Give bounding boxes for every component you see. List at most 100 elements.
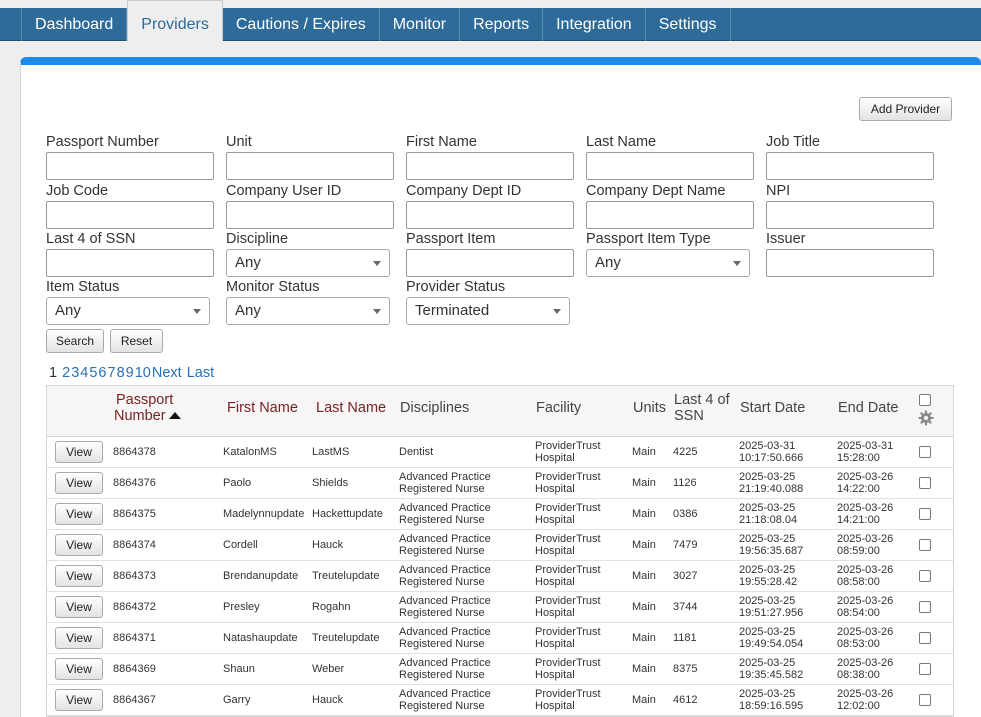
row-select-checkbox[interactable] <box>919 539 931 551</box>
tab-reports[interactable]: Reports <box>460 8 544 41</box>
cell-end-date-day: 2025-03-26 <box>837 688 894 700</box>
providers-table: Passport Number First Name Last Name Dis… <box>46 385 954 717</box>
row-select-checkbox[interactable] <box>919 570 931 582</box>
header-passport-number[interactable]: Passport <box>116 393 173 408</box>
npi-input[interactable] <box>766 201 934 229</box>
page-link[interactable]: 3 <box>71 365 79 381</box>
cell-end-date-time: 08:53:00 <box>837 637 880 650</box>
search-button[interactable]: Search <box>46 329 104 353</box>
reset-button[interactable]: Reset <box>110 329 163 353</box>
header-passport-number-line2[interactable]: Number <box>114 409 181 424</box>
passport-item-type-select[interactable]: Any <box>586 249 750 277</box>
view-button[interactable]: View <box>55 565 103 587</box>
providers-panel: Add Provider Passport Number Unit First Na… <box>20 57 981 717</box>
unit-input[interactable] <box>226 152 394 180</box>
company-user-id-input[interactable] <box>226 201 394 229</box>
cell-last4-ssn: 4225 <box>673 446 698 458</box>
cell-unit: Main <box>632 477 656 489</box>
view-button[interactable]: View <box>55 441 103 463</box>
pagination: 1 2345678910Next Last <box>49 365 215 381</box>
cell-facility-line2: Hospital <box>535 513 575 526</box>
cell-discipline-line2: Registered Nurse <box>399 513 485 526</box>
page-link[interactable]: 5 <box>89 365 97 381</box>
passport-item-input[interactable] <box>406 249 574 277</box>
header-first-name[interactable]: First Name <box>227 401 298 416</box>
last-name-input[interactable] <box>586 152 754 180</box>
cell-discipline-line1: Advanced Practice <box>399 564 491 576</box>
view-button[interactable]: View <box>55 503 103 525</box>
page-next-link[interactable]: Next <box>152 365 182 381</box>
page-link[interactable]: 10 <box>135 365 151 381</box>
view-button[interactable]: View <box>55 627 103 649</box>
page-link[interactable]: 7 <box>108 365 116 381</box>
cell-unit: Main <box>632 632 656 644</box>
cell-facility-line2: Hospital <box>535 637 575 650</box>
cell-facility-line2: Hospital <box>535 451 575 464</box>
cell-start-date: 2025-03-25 21:18:08.04 <box>739 502 797 526</box>
last4-ssn-filter: Last 4 of SSN <box>46 230 214 277</box>
provider-status-select[interactable]: Terminated <box>406 297 570 325</box>
cell-discipline-line1: Advanced Practice <box>399 595 491 607</box>
monitor-status-select[interactable]: Any <box>226 297 390 325</box>
header-last-name[interactable]: Last Name <box>316 401 386 416</box>
job-code-input[interactable] <box>46 201 214 229</box>
cell-end-date-day: 2025-03-26 <box>837 502 894 514</box>
tab-settings[interactable]: Settings <box>646 8 731 41</box>
cell-discipline-line1: Advanced Practice <box>399 626 491 638</box>
cell-passport-number: 8864376 <box>113 477 156 489</box>
page-link[interactable]: 4 <box>80 365 88 381</box>
cell-unit: Main <box>632 663 656 675</box>
company-user-id-label: Company User ID <box>226 183 342 199</box>
tab-providers[interactable]: Providers <box>127 0 223 41</box>
last4-ssn-input[interactable] <box>46 249 214 277</box>
row-select-checkbox[interactable] <box>919 601 931 613</box>
item-status-filter: Item Status Any <box>46 278 214 325</box>
row-select-checkbox[interactable] <box>919 632 931 644</box>
cell-end-date: 2025-03-26 14:21:00 <box>837 502 894 526</box>
view-button[interactable]: View <box>55 658 103 680</box>
view-button[interactable]: View <box>55 534 103 556</box>
job-title-input[interactable] <box>766 152 934 180</box>
discipline-select[interactable]: Any <box>226 249 390 277</box>
view-button[interactable]: View <box>55 596 103 618</box>
cell-facility: ProviderTrust Hospital <box>535 626 601 650</box>
main-nav-bar: Dashboard Providers Cautions / Expires Moni… <box>0 0 981 41</box>
issuer-input[interactable] <box>766 249 934 277</box>
passport-number-input[interactable] <box>46 152 214 180</box>
tab-dashboard[interactable]: Dashboard <box>21 8 128 41</box>
view-button[interactable]: View <box>55 689 103 711</box>
tab-monitor[interactable]: Monitor <box>380 8 461 41</box>
cell-facility-line1: ProviderTrust <box>535 440 601 452</box>
cell-passport-number: 8864367 <box>113 694 156 706</box>
row-select-checkbox[interactable] <box>919 663 931 675</box>
row-select-checkbox[interactable] <box>919 446 931 458</box>
cell-discipline: Advanced Practice Registered Nurse <box>399 533 491 557</box>
gear-icon[interactable] <box>918 410 934 426</box>
cell-facility-line1: ProviderTrust <box>535 533 601 545</box>
row-select-checkbox[interactable] <box>919 694 931 706</box>
row-select-checkbox[interactable] <box>919 477 931 489</box>
item-status-select[interactable]: Any <box>46 297 210 325</box>
page-last-link[interactable]: Last <box>187 365 214 381</box>
company-dept-name-input[interactable] <box>586 201 754 229</box>
cell-end-date-day: 2025-03-26 <box>837 533 894 545</box>
add-provider-button[interactable]: Add Provider <box>859 97 952 121</box>
row-select-checkbox[interactable] <box>919 508 931 520</box>
first-name-input[interactable] <box>406 152 574 180</box>
company-dept-id-input[interactable] <box>406 201 574 229</box>
page-link[interactable]: 2 <box>62 365 70 381</box>
page-link[interactable]: 8 <box>117 365 125 381</box>
tab-integration[interactable]: Integration <box>543 8 646 41</box>
last-name-label: Last Name <box>586 134 657 150</box>
select-all-checkbox[interactable] <box>919 394 931 406</box>
view-button[interactable]: View <box>55 472 103 494</box>
cell-facility: ProviderTrust Hospital <box>535 471 601 495</box>
cell-passport-number: 8864371 <box>113 632 156 644</box>
sort-ascending-icon <box>168 412 181 419</box>
passport-item-label: Passport Item <box>406 231 496 247</box>
page-link[interactable]: 9 <box>126 365 134 381</box>
page-link[interactable]: 6 <box>98 365 106 381</box>
tab-cautions-expires[interactable]: Cautions / Expires <box>223 8 380 41</box>
cell-last-name: Hackettupdate <box>312 508 383 520</box>
cell-last4-ssn: 8375 <box>673 663 698 675</box>
